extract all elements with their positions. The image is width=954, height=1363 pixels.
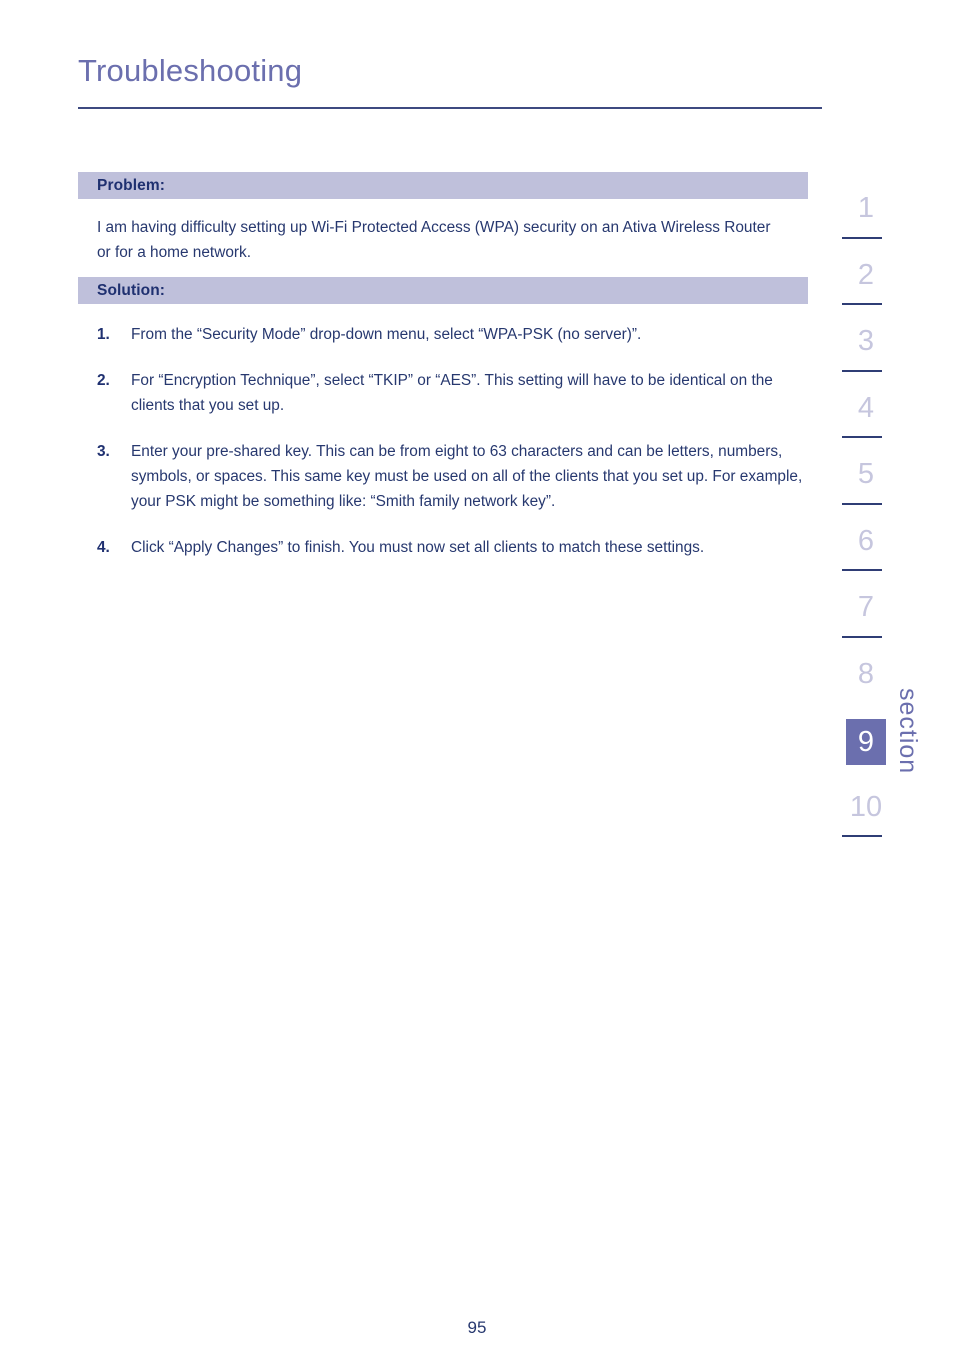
step-text: For “Encryption Technique”, select “TKIP… <box>131 372 773 414</box>
section-rail-number: 6 <box>857 524 875 557</box>
section-rail-number: 8 <box>857 657 875 690</box>
section-rail-number: 10 <box>849 790 883 823</box>
content-column: Problem: I am having difficulty setting … <box>78 172 808 581</box>
section-rail-item-2[interactable]: 2 <box>838 247 902 314</box>
solution-step: 3. Enter your pre-shared key. This can be… <box>97 439 808 514</box>
section-rail-number: 7 <box>857 591 875 623</box>
step-text: Click “Apply Changes” to finish. You mus… <box>131 539 705 556</box>
problem-statement: I am having difficulty setting up Wi-Fi … <box>97 219 771 261</box>
section-rail-number: 3 <box>857 325 875 357</box>
problem-heading: Problem: <box>78 172 808 199</box>
section-rail-label: section <box>894 688 922 775</box>
title-divider <box>78 107 822 109</box>
section-rail-item-3[interactable]: 3 <box>838 313 902 380</box>
section-rail-divider <box>842 236 882 239</box>
section-rail-item-10[interactable]: 10 <box>838 779 902 846</box>
step-number: 4. <box>97 539 110 556</box>
solution-step: 4. Click “Apply Changes” to finish. You m… <box>97 535 808 560</box>
section-rail-number: 9 <box>846 719 886 765</box>
section-rail-item-7[interactable]: 7 <box>838 579 902 646</box>
solution-steps-list: 1. From the “Security Mode” drop-down men… <box>78 322 808 560</box>
section-rail-item-5[interactable]: 5 <box>838 446 902 513</box>
section-rail-number: 2 <box>857 258 875 291</box>
solution-step: 2. For “Encryption Technique”, select “TK… <box>97 368 808 418</box>
step-text: From the “Security Mode” drop-down menu,… <box>131 326 642 343</box>
step-number: 2. <box>97 372 110 389</box>
step-text: Enter your pre-shared key. This can be f… <box>131 443 803 510</box>
solution-step: 1. From the “Security Mode” drop-down men… <box>97 322 808 347</box>
section-rail-divider <box>842 369 882 372</box>
section-rail-item-6[interactable]: 6 <box>838 513 902 580</box>
section-rail-number: 5 <box>857 458 875 490</box>
section-rail-divider <box>842 436 882 438</box>
solution-heading: Solution: <box>78 277 808 304</box>
section-rail-number: 1 <box>857 192 875 224</box>
step-number: 3. <box>97 443 110 460</box>
section-rail-divider <box>842 835 882 837</box>
section-rail-divider <box>842 569 882 571</box>
page-number: 95 <box>467 1318 487 1337</box>
section-rail-divider <box>842 303 882 305</box>
section-rail-number: 4 <box>857 391 875 424</box>
section-rail-divider <box>842 502 882 505</box>
step-number: 1. <box>97 326 110 343</box>
page-title: Troubleshooting <box>78 53 303 88</box>
section-rail-item-1[interactable]: 1 <box>838 180 902 247</box>
section-rail-divider <box>842 635 882 638</box>
section-rail-item-4[interactable]: 4 <box>838 380 902 447</box>
